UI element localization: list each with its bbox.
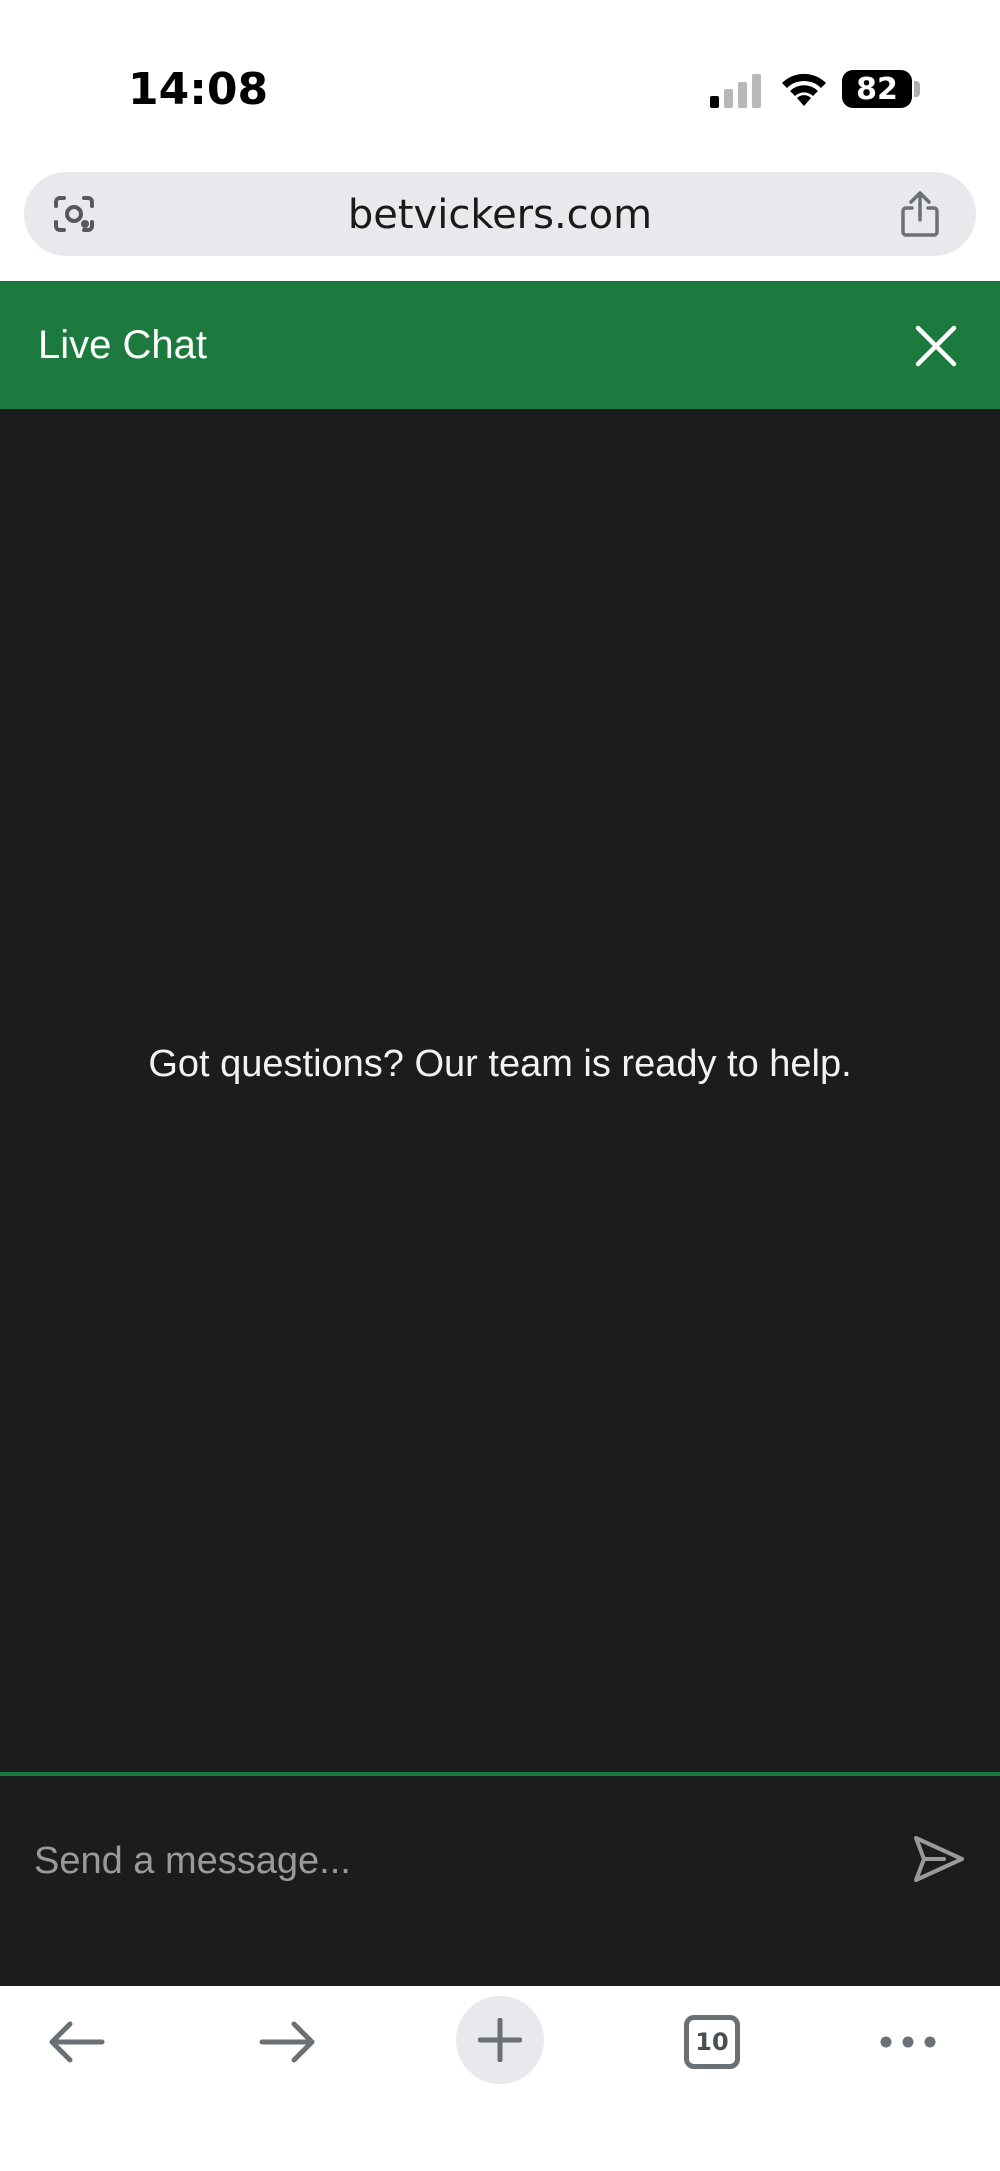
back-button[interactable] [36, 1986, 116, 2098]
chat-header: Live Chat [0, 281, 1000, 409]
back-arrow-icon [49, 2021, 105, 2063]
wifi-icon [782, 73, 826, 106]
more-dots-icon [880, 2036, 936, 2048]
chat-title: Live Chat [38, 323, 207, 367]
status-bar: 14:08 82 [0, 0, 1000, 160]
new-tab-button[interactable] [456, 1996, 544, 2084]
cellular-signal-icon [710, 74, 761, 108]
status-time: 14:08 [128, 64, 269, 115]
send-icon[interactable] [912, 1832, 966, 1886]
address-bar[interactable]: betvickers.com [24, 172, 976, 256]
battery-tip [914, 81, 920, 97]
share-icon[interactable] [898, 190, 942, 238]
plus-icon [478, 2018, 522, 2062]
message-input[interactable] [32, 1826, 872, 1896]
forward-arrow-icon [259, 2021, 315, 2063]
tab-count: 10 [684, 2015, 740, 2069]
chat-messages-area: Got questions? Our team is ready to help… [0, 409, 1000, 1772]
battery-level: 82 [856, 71, 898, 107]
url-text[interactable]: betvickers.com [24, 192, 976, 238]
home-indicator-area [0, 2111, 1000, 2171]
message-composer [0, 1772, 1000, 1986]
battery-indicator: 82 [842, 70, 912, 108]
close-icon[interactable] [912, 322, 960, 370]
tabs-button[interactable]: 10 [680, 1986, 744, 2098]
browser-toolbar: 10 [0, 1986, 1000, 2171]
empty-state-message: Got questions? Our team is ready to help… [148, 1043, 852, 1085]
more-button[interactable] [872, 1986, 944, 2098]
forward-button[interactable] [248, 1986, 328, 2098]
